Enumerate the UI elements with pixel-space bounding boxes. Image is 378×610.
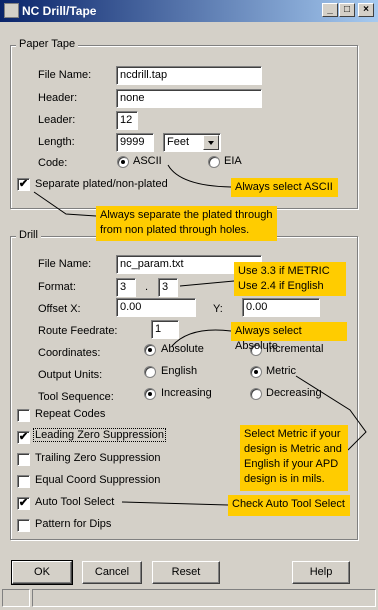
pt-file-name-field[interactable]: ncdrill.tap <box>116 66 262 85</box>
sequence-increasing-radio[interactable] <box>144 388 156 400</box>
pt-length-field[interactable]: 9999 <box>116 133 154 152</box>
offset-y-label: Y: <box>213 303 223 315</box>
trailing-zero-checkbox[interactable] <box>17 453 30 466</box>
pt-leader-field[interactable]: 12 <box>116 111 138 130</box>
close-button[interactable]: × <box>358 3 374 17</box>
separate-plated-checkbox[interactable]: ✔ <box>17 178 30 191</box>
sequence-increasing-label: Increasing <box>161 387 212 399</box>
ok-button[interactable]: OK <box>11 560 73 585</box>
repeat-codes-label: Repeat Codes <box>35 408 106 420</box>
separate-plated-label: Separate plated/non-plated <box>35 178 168 190</box>
pt-header-field[interactable]: none <box>116 89 262 108</box>
leading-zero-label: Leading Zero Suppression <box>32 428 167 442</box>
status-pane-main <box>32 589 376 607</box>
pattern-dips-checkbox[interactable] <box>17 519 30 532</box>
note-ascii-text: Always select ASCII <box>235 181 333 193</box>
minimize-button[interactable]: _ <box>322 3 338 17</box>
note-metric-line2: design is Metric and <box>244 443 342 455</box>
route-feedrate-field[interactable]: 1 <box>151 320 179 339</box>
pt-header-label: Header: <box>38 92 78 104</box>
equal-coord-label: Equal Coord Suppression <box>35 474 161 486</box>
code-eia-label: EIA <box>224 155 242 167</box>
coordinates-absolute-radio[interactable] <box>144 344 156 356</box>
output-units-label: Output Units: <box>38 369 103 381</box>
title-bar: NC Drill/Tape _ □ × <box>0 0 378 22</box>
format-right-field[interactable]: 3 <box>158 278 178 297</box>
format-left-field[interactable]: 3 <box>116 278 136 297</box>
checkmark-icon: ✔ <box>18 497 29 509</box>
offset-y-field[interactable]: 0.00 <box>242 298 320 317</box>
offset-x-field[interactable]: 0.00 <box>116 298 196 317</box>
units-english-radio[interactable] <box>144 366 156 378</box>
leading-zero-checkbox[interactable]: ✔ <box>17 431 30 444</box>
note-separate: Always separate the plated through from … <box>96 206 277 241</box>
note-metric: Select Metric if your design is Metric a… <box>240 425 348 491</box>
units-english-label: English <box>161 365 198 377</box>
units-metric-radio[interactable] <box>250 366 262 378</box>
checkmark-icon: ✔ <box>18 431 29 443</box>
sequence-decreasing-label: Decreasing <box>266 387 322 399</box>
reset-button[interactable]: Reset <box>152 561 220 584</box>
note-auto-tool-text: Check Auto Tool Select <box>232 498 345 510</box>
pt-length-unit-value: Feet <box>167 136 190 148</box>
status-pane-left <box>2 589 30 607</box>
route-feedrate-label: Route Feedrate: <box>38 325 118 337</box>
paper-tape-legend: Paper Tape <box>16 38 79 50</box>
repeat-codes-checkbox[interactable] <box>17 409 30 422</box>
pt-leader-label: Leader: <box>38 114 76 126</box>
note-absolute: Always select Absolute <box>231 322 347 352</box>
format-separator: . <box>145 281 149 293</box>
cancel-button[interactable]: Cancel <box>82 561 142 584</box>
format-label: Format: <box>38 281 76 293</box>
equal-coord-checkbox[interactable] <box>17 475 30 488</box>
help-button[interactable]: Help <box>292 561 350 584</box>
checkmark-icon: ✔ <box>18 178 29 190</box>
app-icon <box>4 3 19 18</box>
note-separate-line1: Always separate the plated through <box>100 209 273 221</box>
units-metric-label: Metric <box>266 365 296 377</box>
note-metric-line1: Select Metric if your <box>244 428 341 440</box>
sequence-decreasing-radio[interactable] <box>250 388 262 400</box>
note-format-line2: Use 2.4 if English <box>238 280 324 292</box>
chevron-down-icon[interactable] <box>203 135 219 150</box>
auto-tool-label: Auto Tool Select <box>35 496 115 508</box>
pattern-dips-label: Pattern for Dips <box>35 518 112 530</box>
note-format: Use 3.3 if METRIC Use 2.4 if English <box>234 262 346 296</box>
pt-file-name-label: File Name: <box>38 69 92 81</box>
note-separate-line2: from non plated through holes. <box>100 224 250 236</box>
offset-x-label: Offset X: <box>38 303 81 315</box>
code-eia-radio[interactable] <box>208 156 220 168</box>
maximize-button[interactable]: □ <box>339 3 355 17</box>
auto-tool-checkbox[interactable]: ✔ <box>17 497 30 510</box>
drill-legend: Drill <box>16 229 41 241</box>
trailing-zero-label: Trailing Zero Suppression <box>35 452 161 464</box>
note-ascii: Always select ASCII <box>231 178 338 197</box>
note-format-line1: Use 3.3 if METRIC <box>238 265 330 277</box>
note-metric-line3: English if your APD <box>244 458 339 470</box>
note-metric-line4: design is in mils. <box>244 473 325 485</box>
coordinates-label: Coordinates: <box>38 347 101 359</box>
code-ascii-radio[interactable] <box>117 156 129 168</box>
pt-code-label: Code: <box>38 157 68 169</box>
code-ascii-label: ASCII <box>133 155 162 167</box>
tool-sequence-label: Tool Sequence: <box>38 391 114 403</box>
pt-length-unit-select[interactable]: Feet <box>163 133 221 152</box>
window-title: NC Drill/Tape <box>22 4 97 18</box>
note-auto-tool: Check Auto Tool Select <box>228 495 350 516</box>
drill-file-name-label: File Name: <box>38 258 92 270</box>
coordinates-absolute-label: Absolute <box>161 343 204 355</box>
pt-length-label: Length: <box>38 136 75 148</box>
